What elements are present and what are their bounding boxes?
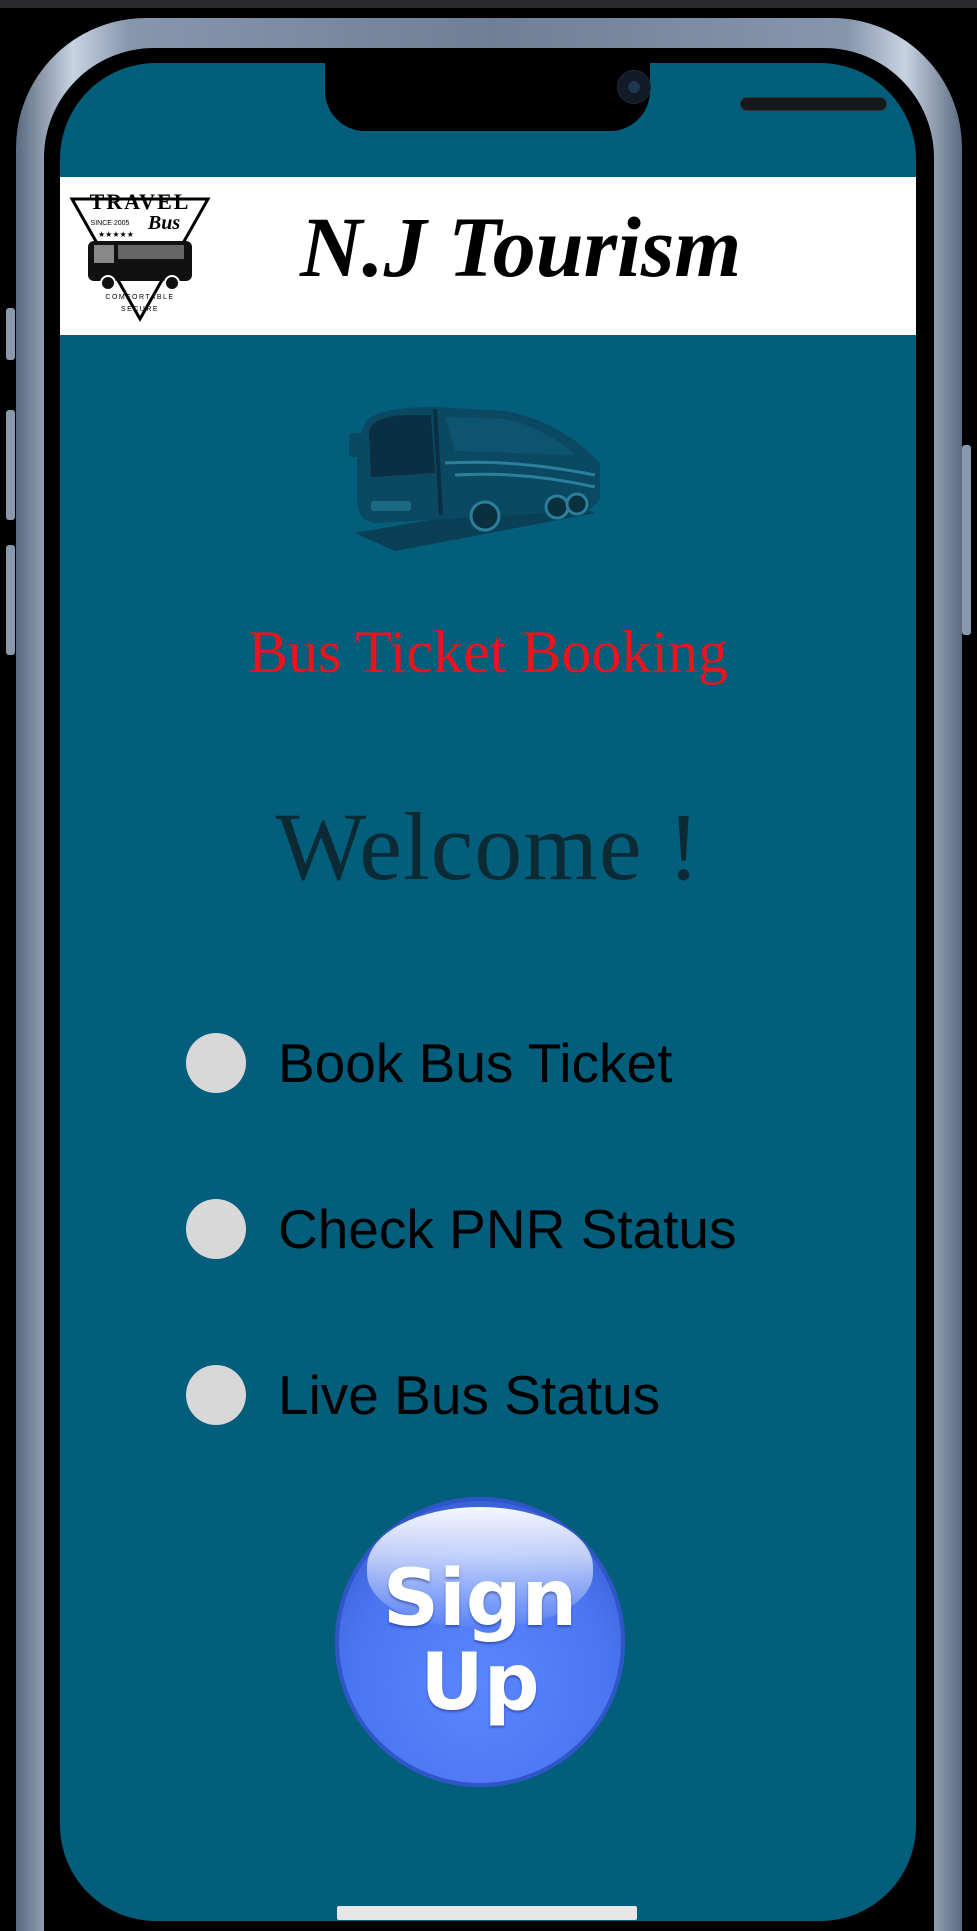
sign-up-line-2: Up [420,1638,540,1728]
sign-up-label: Sign Up [335,1557,625,1725]
app-header: TRAVEL Bus SINCE 2005 ★★★★★ COMFORTABLE … [60,177,916,335]
home-indicator [337,1906,637,1920]
top-strip [0,0,977,8]
app-screen: TRAVEL Bus SINCE 2005 ★★★★★ COMFORTABLE … [60,63,916,1921]
speaker-grille [740,97,887,111]
power-button [962,445,971,635]
bus-icon [349,407,600,551]
option-live-bus-status[interactable]: Live Bus Status [186,1363,660,1427]
logo-text-travel: TRAVEL [90,189,191,214]
phone-notch [325,63,887,131]
logo-text-bus: Bus [147,212,180,234]
camera-icon [617,70,651,104]
logo-text-since: SINCE 2005 [91,220,130,227]
volume-down-button [6,545,15,655]
logo-text-secure: SECURE [121,306,159,313]
option-book-bus-ticket[interactable]: Book Bus Ticket [186,1031,672,1095]
option-label: Book Bus Ticket [278,1032,673,1094]
silent-switch [6,308,15,360]
radio-button[interactable] [186,1199,246,1259]
radio-button[interactable] [186,1033,246,1093]
option-label: Live Bus Status [278,1364,661,1426]
volume-up-button [6,410,15,520]
service-subtitle: Bus Ticket Booking [247,619,729,685]
travel-bus-logo: TRAVEL Bus SINCE 2005 ★★★★★ COMFORTABLE … [69,189,211,323]
radio-button[interactable] [186,1365,246,1425]
svg-text:★★★★★: ★★★★★ [98,230,134,239]
option-check-pnr-status[interactable]: Check PNR Status [186,1197,737,1261]
welcome-heading: Welcome ! [275,793,701,900]
option-label: Check PNR Status [278,1198,737,1260]
sign-up-button[interactable]: Sign Up [335,1497,625,1787]
brand-title: N.J Tourism [300,199,742,295]
sign-up-line-1: Sign [382,1554,578,1644]
logo-text-comfortable: COMFORTABLE [105,294,174,301]
